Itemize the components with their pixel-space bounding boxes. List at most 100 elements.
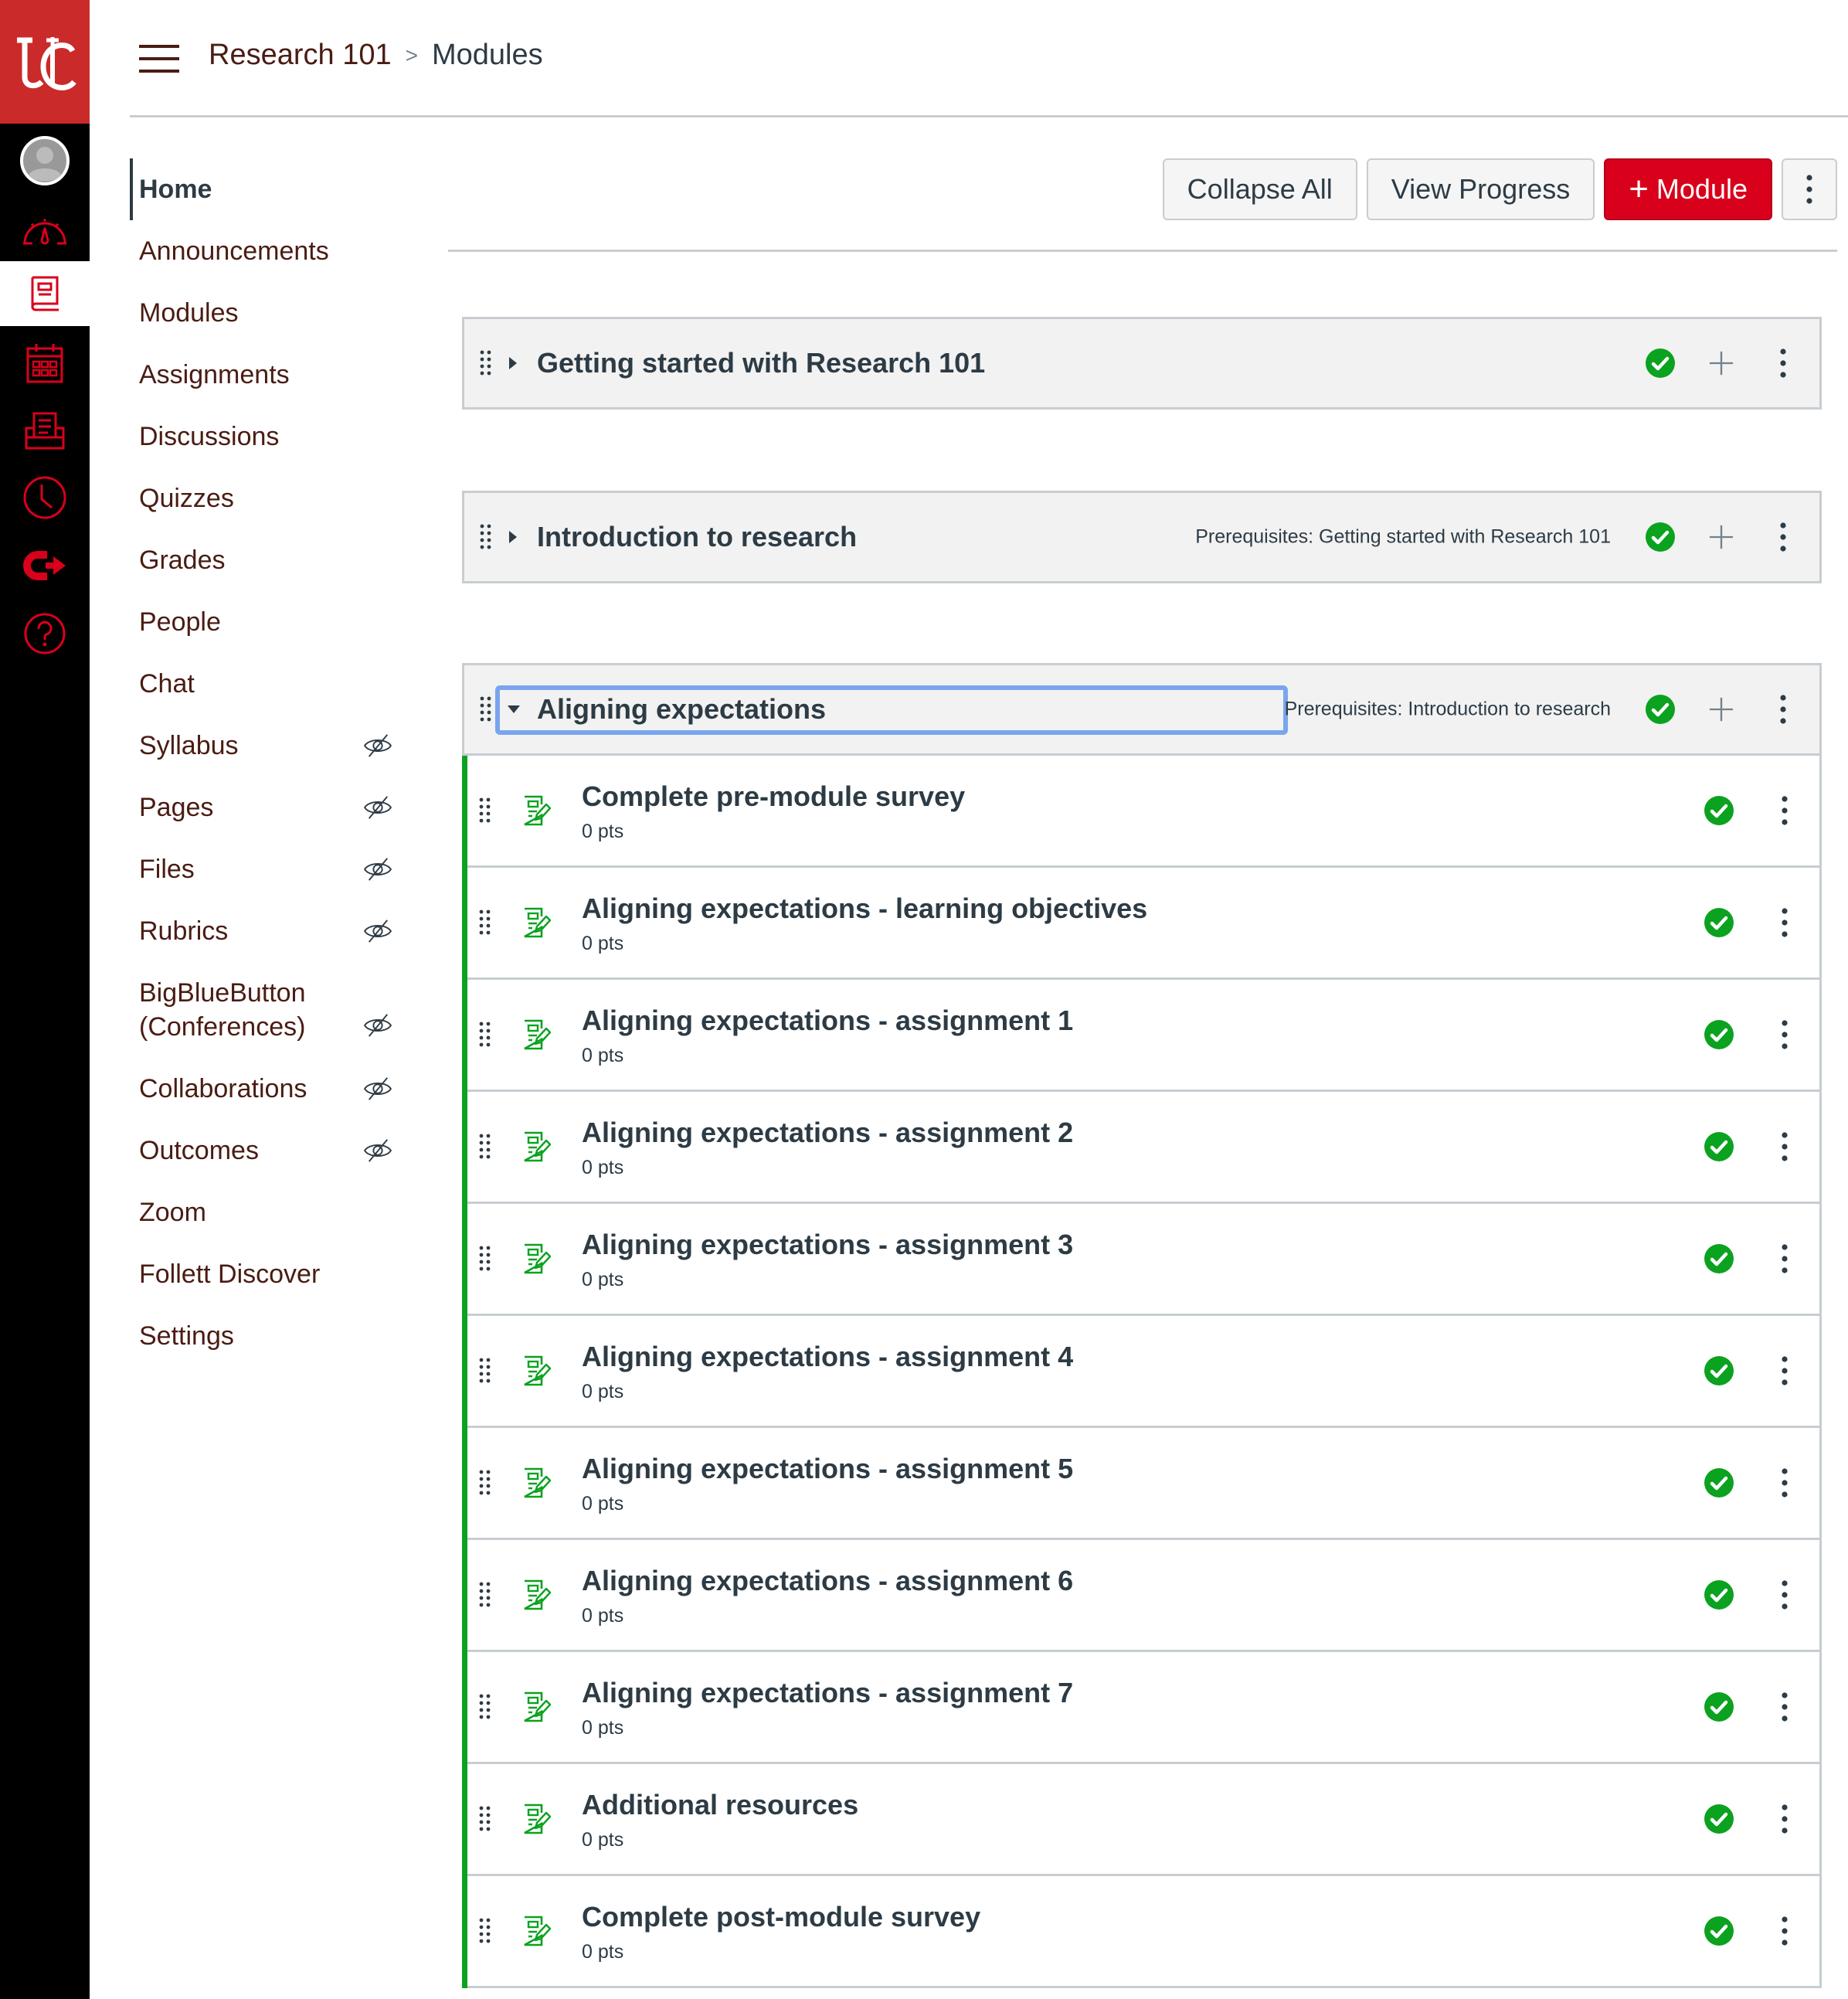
module-item-title[interactable]: Aligning expectations - assignment 7 <box>582 1677 1073 1709</box>
item-kebab-icon[interactable] <box>1781 1579 1789 1610</box>
module-kebab-icon[interactable] <box>1779 522 1787 552</box>
add-item-plus-icon[interactable] <box>1708 696 1734 722</box>
published-check-icon[interactable] <box>1645 348 1676 379</box>
course-nav-chat[interactable]: Chat <box>130 653 392 715</box>
published-check-icon[interactable] <box>1645 694 1676 725</box>
drag-handle-icon[interactable] <box>479 1918 491 1944</box>
module-header[interactable]: Aligning expectations Prerequisites: Intr… <box>462 663 1822 756</box>
published-check-icon[interactable] <box>1704 1916 1734 1946</box>
course-nav-bigbluebutton-conferences[interactable]: BigBlueButton (Conferences) <box>130 962 392 1058</box>
university-logo[interactable] <box>0 0 90 124</box>
course-nav-rubrics[interactable]: Rubrics <box>130 900 392 962</box>
drag-handle-icon[interactable] <box>479 1358 491 1384</box>
global-nav-dashboard[interactable] <box>0 201 90 261</box>
drag-handle-icon[interactable] <box>479 909 491 936</box>
module-header[interactable]: Getting started with Research 101 <box>462 317 1822 410</box>
drag-handle-icon[interactable] <box>479 1022 491 1048</box>
drag-handle-icon[interactable] <box>480 350 492 376</box>
item-kebab-icon[interactable] <box>1781 1691 1789 1722</box>
item-kebab-icon[interactable] <box>1781 1019 1789 1050</box>
course-nav-announcements[interactable]: Announcements <box>130 220 392 282</box>
module-kebab-icon[interactable] <box>1779 694 1787 725</box>
item-kebab-icon[interactable] <box>1781 1804 1789 1834</box>
course-nav-outcomes[interactable]: Outcomes <box>130 1120 392 1181</box>
course-nav-follett-discover[interactable]: Follett Discover <box>130 1243 392 1305</box>
drag-handle-icon[interactable] <box>479 1470 491 1496</box>
drag-handle-icon[interactable] <box>480 524 492 550</box>
global-nav-account[interactable] <box>0 130 90 192</box>
more-options-button[interactable] <box>1782 158 1837 220</box>
drag-handle-icon[interactable] <box>479 1582 491 1608</box>
course-nav-quizzes[interactable]: Quizzes <box>130 467 392 529</box>
global-nav-calendar[interactable] <box>0 332 90 394</box>
module-item-title[interactable]: Aligning expectations - assignment 1 <box>582 1005 1073 1037</box>
module-item-title[interactable]: Complete pre-module survey <box>582 780 965 813</box>
drag-handle-icon[interactable] <box>480 696 492 722</box>
add-module-button[interactable]: + Module <box>1604 158 1772 220</box>
module-title[interactable]: Aligning expectations <box>537 693 826 726</box>
course-nav-modules[interactable]: Modules <box>130 282 392 344</box>
course-nav-pages[interactable]: Pages <box>130 777 392 838</box>
published-check-icon[interactable] <box>1704 1243 1734 1274</box>
item-kebab-icon[interactable] <box>1781 1355 1789 1386</box>
drag-handle-icon[interactable] <box>479 1694 491 1720</box>
course-nav-home[interactable]: Home <box>130 158 392 220</box>
module-item-title[interactable]: Aligning expectations - assignment 5 <box>582 1453 1073 1485</box>
module-item-title[interactable]: Additional resources <box>582 1789 858 1821</box>
breadcrumb-course[interactable]: Research 101 <box>209 39 392 72</box>
item-kebab-icon[interactable] <box>1781 1467 1789 1498</box>
published-check-icon[interactable] <box>1704 1019 1734 1050</box>
caret-right-icon[interactable] <box>509 357 517 369</box>
global-nav-history[interactable] <box>0 467 90 529</box>
item-kebab-icon[interactable] <box>1781 1243 1789 1274</box>
course-nav-collaborations[interactable]: Collaborations <box>130 1058 392 1120</box>
global-nav-help[interactable] <box>0 603 90 665</box>
caret-right-icon[interactable] <box>509 531 517 543</box>
add-item-plus-icon[interactable] <box>1708 350 1734 376</box>
view-progress-button[interactable]: View Progress <box>1366 158 1595 220</box>
course-nav-grades[interactable]: Grades <box>130 529 392 591</box>
global-nav-inbox[interactable] <box>0 400 90 462</box>
course-nav-files[interactable]: Files <box>130 838 392 900</box>
module-item-title[interactable]: Aligning expectations - assignment 6 <box>582 1565 1073 1597</box>
published-check-icon[interactable] <box>1704 1131 1734 1162</box>
global-nav-commons[interactable] <box>0 535 90 597</box>
published-check-icon[interactable] <box>1704 907 1734 938</box>
global-nav-courses[interactable] <box>0 261 90 326</box>
item-kebab-icon[interactable] <box>1781 1916 1789 1946</box>
module-item-title[interactable]: Aligning expectations - assignment 3 <box>582 1229 1073 1261</box>
module-header[interactable]: Introduction to research Prerequisites: G… <box>462 491 1822 583</box>
course-nav-assignments[interactable]: Assignments <box>130 344 392 406</box>
drag-handle-icon[interactable] <box>479 1806 491 1832</box>
published-check-icon[interactable] <box>1704 1467 1734 1498</box>
module-kebab-icon[interactable] <box>1779 348 1787 379</box>
item-kebab-icon[interactable] <box>1781 907 1789 938</box>
published-check-icon[interactable] <box>1704 1804 1734 1834</box>
module-item-points: 0 pts <box>582 1605 624 1627</box>
module-title[interactable]: Getting started with Research 101 <box>537 347 985 379</box>
published-check-icon[interactable] <box>1704 1355 1734 1386</box>
module-item-title[interactable]: Aligning expectations - learning objecti… <box>582 892 1147 925</box>
collapse-all-button[interactable]: Collapse All <box>1162 158 1357 220</box>
add-item-plus-icon[interactable] <box>1708 524 1734 550</box>
module-item-title[interactable]: Complete post-module survey <box>582 1901 980 1933</box>
course-nav-discussions[interactable]: Discussions <box>130 406 392 467</box>
published-check-icon[interactable] <box>1704 795 1734 826</box>
drag-handle-icon[interactable] <box>479 1134 491 1160</box>
item-kebab-icon[interactable] <box>1781 795 1789 826</box>
item-kebab-icon[interactable] <box>1781 1131 1789 1162</box>
course-nav-settings[interactable]: Settings <box>130 1305 392 1367</box>
course-nav-syllabus[interactable]: Syllabus <box>130 715 392 777</box>
module-title[interactable]: Introduction to research <box>537 521 857 553</box>
course-nav-zoom[interactable]: Zoom <box>130 1181 392 1243</box>
course-menu-toggle[interactable] <box>139 45 179 73</box>
module-item-title[interactable]: Aligning expectations - assignment 2 <box>582 1117 1073 1149</box>
module-item: Aligning expectations - assignment 7 0 pt… <box>467 1652 1819 1764</box>
published-check-icon[interactable] <box>1645 522 1676 552</box>
drag-handle-icon[interactable] <box>479 797 491 824</box>
published-check-icon[interactable] <box>1704 1691 1734 1722</box>
module-item-title[interactable]: Aligning expectations - assignment 4 <box>582 1341 1073 1373</box>
course-nav-people[interactable]: People <box>130 591 392 653</box>
published-check-icon[interactable] <box>1704 1579 1734 1610</box>
drag-handle-icon[interactable] <box>479 1246 491 1272</box>
